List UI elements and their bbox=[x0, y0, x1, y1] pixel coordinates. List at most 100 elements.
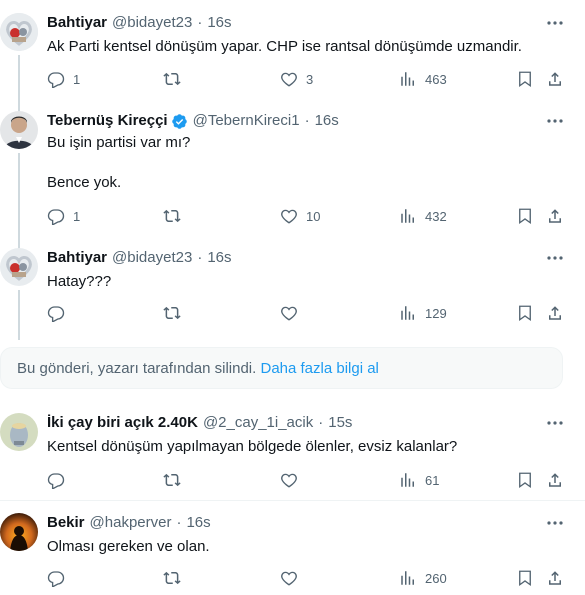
bookmark-button[interactable] bbox=[516, 69, 534, 89]
divider bbox=[0, 500, 585, 501]
action-bar: 61 bbox=[47, 470, 567, 490]
retweet-button[interactable] bbox=[163, 470, 189, 490]
timestamp[interactable]: 16s bbox=[207, 13, 231, 33]
author-name[interactable]: Tebernüş Kireççi bbox=[47, 111, 168, 131]
more-icon[interactable] bbox=[545, 248, 565, 268]
deleted-notice-message: Bu gönderi, yazarı tarafından silindi. bbox=[17, 360, 257, 377]
reply-button[interactable]: 1 bbox=[47, 206, 80, 226]
retweet-icon bbox=[163, 306, 181, 320]
like-button[interactable] bbox=[280, 470, 306, 490]
reply-button[interactable] bbox=[47, 303, 73, 323]
bookmark-button[interactable] bbox=[516, 206, 534, 226]
retweet-button[interactable] bbox=[163, 206, 189, 226]
like-icon bbox=[281, 72, 297, 87]
retweet-button[interactable] bbox=[163, 69, 189, 89]
views-icon bbox=[401, 306, 414, 320]
share-button[interactable] bbox=[546, 568, 564, 588]
retweet-button[interactable] bbox=[163, 303, 189, 323]
author-handle[interactable]: @bidayet23 bbox=[112, 248, 192, 268]
more-icon[interactable] bbox=[545, 513, 565, 533]
tweet-3[interactable]: Bahtiyar @bidayet23 · 16s Hatay??? 129 bbox=[0, 248, 585, 340]
author-name[interactable]: Bekir bbox=[47, 513, 85, 533]
bookmark-button[interactable] bbox=[516, 303, 534, 323]
share-button[interactable] bbox=[546, 69, 564, 89]
tweet-4[interactable]: İki çay biri açık 2.40K @2_cay_1i_acik ·… bbox=[0, 413, 585, 493]
bookmark-icon bbox=[519, 208, 531, 225]
retweet-icon bbox=[163, 72, 181, 86]
reply-icon bbox=[47, 571, 65, 587]
like-count: 10 bbox=[306, 208, 321, 224]
like-button[interactable]: 3 bbox=[280, 69, 313, 89]
timestamp[interactable]: 16s bbox=[186, 513, 210, 533]
bookmark-icon bbox=[519, 305, 531, 322]
views-icon bbox=[401, 209, 414, 223]
reply-count: 1 bbox=[73, 71, 81, 87]
retweet-icon bbox=[163, 473, 181, 487]
like-button[interactable] bbox=[280, 303, 306, 323]
views-button[interactable]: 432 bbox=[399, 206, 447, 226]
like-button[interactable]: 10 bbox=[280, 206, 320, 226]
more-icon[interactable] bbox=[545, 413, 565, 433]
avatar-bahtiyar[interactable] bbox=[0, 248, 38, 286]
tweet-text: Hatay??? bbox=[47, 273, 112, 290]
author-name[interactable]: İki çay biri açık 2.40K bbox=[47, 413, 198, 433]
tweet-5[interactable]: Bekir @hakperver · 16s Olması gereken ve… bbox=[0, 513, 585, 593]
author-name[interactable]: Bahtiyar bbox=[47, 248, 107, 268]
tweet-2[interactable]: Tebernüş Kireççi @TebernKireci1 · 16s Bu… bbox=[0, 111, 585, 251]
tweet-header: Tebernüş Kireççi @TebernKireci1 · 16s bbox=[47, 111, 339, 131]
author-handle[interactable]: @hakperver bbox=[90, 513, 172, 533]
share-icon bbox=[549, 571, 561, 585]
bookmark-icon bbox=[519, 71, 531, 88]
timestamp[interactable]: 16s bbox=[207, 248, 231, 268]
avatar-tebernus[interactable] bbox=[0, 111, 38, 149]
author-handle[interactable]: @bidayet23 bbox=[112, 13, 192, 33]
tweet-text: Olması gereken ve olan. bbox=[47, 538, 210, 555]
share-icon bbox=[549, 72, 561, 86]
views-button[interactable]: 129 bbox=[399, 303, 447, 323]
share-button[interactable] bbox=[546, 303, 564, 323]
dot-separator: · bbox=[318, 414, 324, 431]
bookmark-button[interactable] bbox=[516, 568, 534, 588]
reply-button[interactable] bbox=[47, 470, 73, 490]
views-button[interactable]: 61 bbox=[399, 470, 439, 490]
reply-icon bbox=[47, 473, 65, 489]
views-button[interactable]: 260 bbox=[399, 568, 447, 588]
retweet-button[interactable] bbox=[163, 568, 189, 588]
views-count: 129 bbox=[425, 305, 447, 321]
views-icon bbox=[401, 72, 414, 86]
retweet-icon bbox=[163, 209, 181, 223]
avatar-bekir[interactable] bbox=[0, 513, 38, 551]
bookmark-button[interactable] bbox=[516, 470, 534, 490]
like-count: 3 bbox=[306, 71, 314, 87]
like-button[interactable] bbox=[280, 568, 306, 588]
learn-more-link[interactable]: Daha fazla bilgi al bbox=[260, 360, 378, 377]
author-handle[interactable]: @TebernKireci1 bbox=[193, 111, 300, 131]
views-icon bbox=[401, 571, 414, 585]
deleted-notice-text: Bu gönderi, yazarı tarafından silindi. D… bbox=[17, 359, 379, 379]
deleted-post-notice: Bu gönderi, yazarı tarafından silindi. D… bbox=[0, 347, 563, 389]
avatar-bahtiyar[interactable] bbox=[0, 13, 38, 51]
timestamp[interactable]: 16s bbox=[315, 111, 339, 131]
thread-line bbox=[18, 290, 20, 340]
author-name[interactable]: Bahtiyar bbox=[47, 13, 107, 33]
share-button[interactable] bbox=[546, 470, 564, 490]
reply-icon bbox=[47, 209, 65, 225]
verified-icon bbox=[171, 113, 187, 129]
reply-button[interactable]: 1 bbox=[47, 69, 80, 89]
author-handle[interactable]: @2_cay_1i_acik bbox=[203, 413, 313, 433]
views-button[interactable]: 463 bbox=[399, 69, 447, 89]
dot-separator: · bbox=[197, 249, 203, 266]
more-icon[interactable] bbox=[545, 13, 565, 33]
like-icon bbox=[281, 571, 297, 586]
views-count: 463 bbox=[425, 71, 447, 87]
share-icon bbox=[549, 473, 561, 487]
timestamp[interactable]: 15s bbox=[328, 413, 352, 433]
avatar-iki-cay[interactable] bbox=[0, 413, 38, 451]
bookmark-icon bbox=[519, 570, 531, 587]
more-icon[interactable] bbox=[545, 111, 565, 131]
reply-button[interactable] bbox=[47, 568, 73, 588]
tweet-header: Bekir @hakperver · 16s bbox=[47, 513, 211, 533]
tweet-1[interactable]: Bahtiyar @bidayet23 · 16s Ak Parti kents… bbox=[0, 13, 585, 139]
tweet-header: Bahtiyar @bidayet23 · 16s bbox=[47, 13, 232, 33]
share-button[interactable] bbox=[546, 206, 564, 226]
